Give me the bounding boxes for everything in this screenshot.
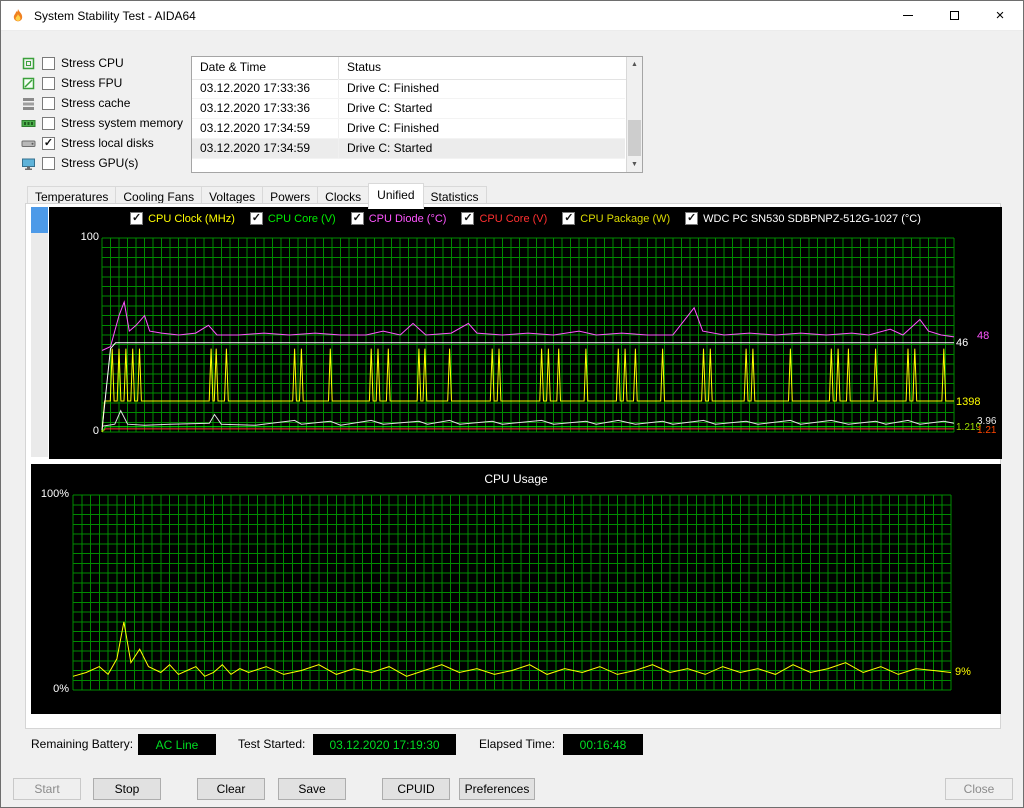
fpu-icon (22, 77, 35, 89)
status-value-remaining-battery: AC Line (138, 734, 216, 755)
stress-option-stress-fpu[interactable]: Stress FPU (21, 73, 122, 93)
stress-option-stress-cache[interactable]: Stress cache (21, 93, 130, 113)
log-cell-status: Drive C: Finished (347, 121, 440, 135)
stress-option-label: Stress cache (61, 96, 131, 110)
status-label-test-started: Test Started: (238, 737, 306, 751)
y-axis-min-label: 0% (53, 683, 69, 695)
minimize-button[interactable] (885, 1, 931, 30)
y-axis-max-label: 100 (80, 231, 99, 243)
app-flame-icon (10, 8, 26, 24)
current-value-label: 9% (955, 666, 971, 678)
tab-unified[interactable]: Unified (368, 183, 424, 209)
chart-scrollbar[interactable] (31, 207, 48, 457)
checkbox-stress-fpu[interactable] (42, 76, 55, 90)
log-cell-datetime: 03.12.2020 17:33:36 (192, 79, 339, 98)
stress-option-stress-local-disks[interactable]: ✓ Stress local disks (21, 133, 154, 153)
log-rows: 03.12.2020 17:33:36 Drive C: Finished 03.1… (192, 79, 625, 172)
cpu-icon (22, 57, 35, 69)
stress-option-label: Stress GPU(s) (61, 156, 139, 170)
disk-icon (21, 140, 36, 147)
status-value-test-started: 03.12.2020 17:19:30 (313, 734, 456, 755)
start-button: Start (13, 778, 81, 800)
event-log-table[interactable]: Date & Time Status 03.12.2020 17:33:36 Dr… (191, 56, 643, 173)
titlebar: System Stability Test - AIDA64 × (1, 1, 1023, 31)
log-cell-datetime: 03.12.2020 17:34:59 (192, 119, 339, 138)
current-value-label: 48 (977, 330, 990, 342)
cpu-usage-chart: CPU Usage 100% 0% 9% (31, 464, 1001, 714)
status-value-elapsed-time: 00:16:48 (563, 734, 643, 755)
close-icon: × (995, 7, 1005, 24)
tab-bar: Temperatures Cooling Fans Voltages Powers Cl… (27, 183, 487, 209)
checkbox-stress-local-disks[interactable]: ✓ (42, 136, 55, 150)
close-button: Close (945, 778, 1013, 800)
scroll-down-icon[interactable]: ▼ (627, 157, 642, 172)
stress-option-stress-system-memory[interactable]: Stress system memory (21, 113, 183, 133)
unified-chart: ✓ CPU Clock (MHz) ✓ CPU Core (V) ✓ CPU Diode … (49, 207, 1002, 459)
checkbox-stress-system-memory[interactable] (42, 116, 55, 130)
chart-scrollbar-thumb[interactable] (31, 207, 48, 233)
log-cell-status: Drive C: Finished (347, 81, 440, 95)
log-cell-datetime: 03.12.2020 17:33:36 (192, 99, 339, 118)
y-axis-max-label: 100% (40, 488, 69, 500)
stress-option-label: Stress CPU (61, 56, 124, 70)
memory-icon (21, 119, 36, 127)
log-column-status[interactable]: Status (339, 57, 642, 79)
stop-button[interactable]: Stop (93, 778, 161, 800)
app-window: System Stability Test - AIDA64 × Stress … (0, 0, 1024, 808)
save-button[interactable]: Save (278, 778, 346, 800)
current-value-label: 1.21 (977, 425, 997, 436)
cpu-usage-plot (72, 494, 952, 691)
stress-option-label: Stress system memory (61, 116, 184, 130)
maximize-button[interactable] (931, 1, 977, 30)
log-scrollbar[interactable]: ▲ ▼ (626, 57, 642, 172)
stress-option-label: Stress FPU (61, 76, 123, 90)
gpu-icon (22, 158, 35, 170)
stress-option-stress-cpu[interactable]: Stress CPU (21, 53, 124, 73)
log-row[interactable]: 03.12.2020 17:34:59 Drive C: Finished (192, 119, 625, 139)
log-row[interactable]: 03.12.2020 17:33:36 Drive C: Finished (192, 79, 625, 99)
window-controls: × (885, 1, 1023, 30)
log-table-header: Date & Time Status (192, 57, 642, 80)
close-button[interactable]: × (977, 1, 1023, 30)
checkbox-stress-gpu-s[interactable] (42, 156, 55, 170)
log-cell-status: Drive C: Started (347, 141, 433, 155)
cache-icon (23, 97, 34, 110)
log-row[interactable]: 03.12.2020 17:34:59 Drive C: Started (192, 139, 625, 159)
minimize-icon (903, 15, 913, 16)
log-row[interactable]: 03.12.2020 17:33:36 Drive C: Started (192, 99, 625, 119)
checkbox-stress-cpu[interactable] (42, 56, 55, 70)
clear-button[interactable]: Clear (197, 778, 265, 800)
preferences-button[interactable]: Preferences (459, 778, 535, 800)
current-value-label: 46 (956, 337, 969, 349)
log-cell-status: Drive C: Started (347, 101, 433, 115)
status-label-elapsed-time: Elapsed Time: (479, 737, 556, 751)
log-cell-datetime: 03.12.2020 17:34:59 (192, 139, 339, 158)
current-value-label: 1398 (956, 396, 981, 408)
tab-page-unified: ✓ CPU Clock (MHz) ✓ CPU Core (V) ✓ CPU Diode … (25, 203, 1002, 729)
window-title: System Stability Test - AIDA64 (34, 8, 196, 23)
checkbox-stress-cache[interactable] (42, 96, 55, 110)
stress-option-label: Stress local disks (61, 136, 154, 150)
scroll-up-icon[interactable]: ▲ (627, 57, 642, 72)
cpuid-button[interactable]: CPUID (382, 778, 450, 800)
y-axis-min-label: 0 (92, 425, 99, 437)
maximize-icon (949, 11, 959, 20)
log-scrollbar-thumb[interactable] (628, 120, 641, 156)
log-column-datetime[interactable]: Date & Time (192, 57, 339, 79)
status-label-remaining-battery: Remaining Battery: (31, 737, 134, 751)
stress-option-stress-gpu-s[interactable]: Stress GPU(s) (21, 153, 138, 173)
unified-chart-plot (101, 237, 955, 433)
